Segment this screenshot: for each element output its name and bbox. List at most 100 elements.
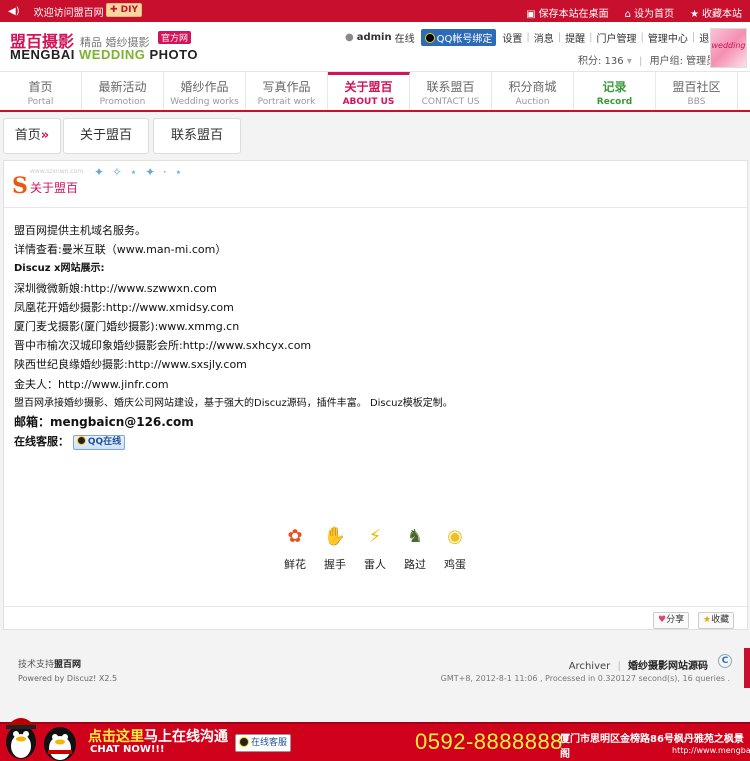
- bookmark-site-link[interactable]: ★ 收藏本站: [690, 5, 742, 20]
- credits-line: 积分: 136 ▾ | 用户组: 管理员: [578, 56, 717, 67]
- tab-home[interactable]: 首页»: [3, 118, 61, 154]
- nav-item-portal[interactable]: 首页 Portal: [0, 72, 82, 110]
- sub-tabs: 首页» 关于盟百 联系盟百: [0, 116, 750, 156]
- powered-by[interactable]: Powered by Discuz! X2.5: [18, 674, 117, 683]
- content-panel: www.szxnwn.com S 关于盟百 ✦ ✧ ⋆ ✦ · ⋆ 盟百网提供主…: [3, 160, 748, 630]
- nav-item-portrait-work[interactable]: 写真作品 Portrait work: [246, 72, 328, 110]
- avatar[interactable]: wedding: [710, 28, 747, 68]
- text-line[interactable]: 晋中市榆次汉城印象婚纱摄影会所:http://www.sxhcyx.com: [14, 336, 734, 355]
- heart-icon: ♥: [658, 615, 667, 625]
- text-line: 盟百网承接婚纱摄影、婚庆公司网站建设，基于强大的Discuz源码，插件丰富。 D…: [14, 397, 453, 409]
- site-header: 盟百摄影 精品 婚纱摄影 官方网 MENGBAI WEDDING PHOTO ●…: [0, 22, 750, 71]
- qq-bind-button[interactable]: QQ帐号绑定: [420, 29, 497, 46]
- flower-icon: ✿: [287, 526, 303, 547]
- nav-item-auction[interactable]: 积分商城 Auction: [492, 72, 574, 110]
- star-icon: ★: [690, 9, 699, 20]
- chat-now-label[interactable]: CHAT NOW!!!: [90, 744, 165, 755]
- comsenz-icon[interactable]: C: [718, 654, 732, 668]
- qq-penguin-icon: [424, 32, 435, 43]
- chevron-down-icon: ▾: [626, 56, 632, 67]
- user-icon: ●: [345, 32, 354, 43]
- text-line: Discuz x网站展示:: [14, 263, 105, 275]
- diy-button[interactable]: ✚ DIY: [106, 3, 142, 17]
- support-link[interactable]: 盟百网: [54, 660, 81, 670]
- address: 厦门市思明区金榜路86号枫丹雅苑之枫景阁: [560, 734, 744, 760]
- nav-item-promotion[interactable]: 最新活动 Promotion: [82, 72, 164, 110]
- online-service-line: 在线客服： QQ在线: [14, 432, 734, 451]
- text-line[interactable]: 陕西世纪良缘婚纱摄影:http://www.sxsjly.com: [14, 355, 734, 374]
- speaker-icon: ◀): [8, 6, 20, 17]
- online-status: 在线: [394, 34, 415, 45]
- source-link[interactable]: 婚纱摄影网站源码: [628, 661, 708, 672]
- logo-english: MENGBAI WEDDING PHOTO: [10, 47, 198, 62]
- settings-link[interactable]: 设置: [502, 30, 522, 45]
- handshake-icon: ✋: [323, 526, 347, 547]
- about-text: 盟百网提供主机域名服务。 详情查看:曼米互联（www.man-mi.com） D…: [14, 221, 734, 451]
- reaction-flower[interactable]: ✿ 鲜花: [282, 524, 308, 572]
- nav-item-about-us[interactable]: 关于盟百 ABOUT US: [328, 72, 410, 110]
- set-homepage-link[interactable]: ⌂ 设为首页: [625, 5, 674, 20]
- site-url[interactable]: http://www.mengbai.cn: [672, 746, 750, 755]
- qq-online-button[interactable]: QQ在线: [72, 434, 126, 450]
- phone-number: 0592-8888888: [415, 729, 563, 754]
- reaction-handshake[interactable]: ✋ 握手: [322, 524, 348, 572]
- soldier-icon: ♞: [406, 526, 424, 547]
- tab-about[interactable]: 关于盟百: [63, 118, 149, 154]
- user-bar: ● admin 在线 QQ帐号绑定 设置 | 消息 | 提醒 | 门户管理 | 管理中心…: [345, 29, 719, 46]
- text-line: 盟百网提供主机域名服务。: [14, 224, 146, 237]
- email-line[interactable]: 邮箱：mengbaicn@126.com: [14, 413, 734, 432]
- text-line[interactable]: 金夫人：http://www.jinfr.com: [14, 375, 734, 394]
- official-badge: 官方网: [158, 31, 192, 44]
- panel-header: www.szxnwn.com S 关于盟百 ✦ ✧ ⋆ ✦ · ⋆: [4, 161, 747, 208]
- sparkle-icon: ✦ ✧ ⋆ ✦ · ⋆: [94, 165, 185, 179]
- text-line[interactable]: 详情查看:曼米互联（www.man-mi.com）: [14, 240, 734, 259]
- username-link[interactable]: admin: [357, 32, 392, 43]
- penguin-mascot-icon: [44, 727, 76, 761]
- reactions: ✿ 鲜花 ✋ 握手 ⚡ 雷人 ♞ 路过 ◉ 鸡蛋: [282, 524, 468, 572]
- archiver-link[interactable]: Archiver: [569, 661, 611, 672]
- notifications-link[interactable]: 提醒: [565, 30, 585, 45]
- s-logo-icon: S: [12, 173, 28, 199]
- egg-icon: ◉: [447, 526, 463, 547]
- online-service-button[interactable]: 在线客服: [235, 734, 292, 752]
- reaction-passby[interactable]: ♞ 路过: [402, 524, 428, 572]
- lightning-icon: ⚡: [368, 526, 382, 547]
- top-bar: ◀) 欢迎访问盟百网 ✚ DIY ▣ 保存本站在桌面 ⌂ 设为首页 ★ 收藏本站: [0, 0, 750, 22]
- tab-contact[interactable]: 联系盟百: [153, 118, 241, 154]
- qq-penguin-icon: [76, 435, 86, 445]
- user-group[interactable]: 用户组: 管理员: [650, 56, 717, 67]
- messages-link[interactable]: 消息: [534, 30, 554, 45]
- main-nav: 首页 Portal 最新活动 Promotion 婚纱作品 Wedding works…: [0, 71, 750, 112]
- welcome-text: 欢迎访问盟百网: [33, 8, 104, 19]
- nav-item-record[interactable]: 记录 Record: [574, 72, 656, 110]
- processing-stats: GMT+8, 2012-8-1 11:06 , Processed in 0.3…: [440, 674, 730, 683]
- text-line[interactable]: 深圳微微新娘:http://www.szwwxn.com: [14, 279, 734, 298]
- save-desktop-link[interactable]: ▣ 保存本站在桌面: [526, 5, 608, 20]
- footer-links: Archiver | 婚纱摄影网站源码: [568, 661, 708, 672]
- portal-admin-link[interactable]: 门户管理: [596, 30, 636, 45]
- tech-support: 技术支持盟百网: [18, 660, 82, 670]
- panel-title: 关于盟百: [30, 181, 79, 195]
- double-chevron-icon: »: [40, 128, 50, 143]
- nav-item-bbs[interactable]: 盟百社区 BBS: [656, 72, 738, 110]
- share-button[interactable]: ♥分享: [653, 612, 690, 629]
- desktop-icon: ▣: [526, 9, 536, 20]
- home-icon: ⌂: [624, 9, 632, 20]
- chat-cta[interactable]: 点击这里马上在线沟通: [88, 726, 228, 746]
- reaction-egg[interactable]: ◉ 鸡蛋: [442, 524, 468, 572]
- chat-bar: 点击这里马上在线沟通 CHAT NOW!!! 在线客服 0592-8888888…: [0, 718, 750, 761]
- nav-item-wedding-works[interactable]: 婚纱作品 Wedding works: [164, 72, 246, 110]
- penguin-mascot-icon: [6, 718, 36, 759]
- reaction-lightning[interactable]: ⚡ 雷人: [362, 524, 388, 572]
- footer: 技术支持盟百网 Powered by Discuz! X2.5 Archiver…: [0, 640, 750, 700]
- favorite-button[interactable]: ★收藏: [698, 612, 735, 629]
- credits-dropdown[interactable]: 积分: 136: [578, 56, 624, 67]
- admin-center-link[interactable]: 管理中心: [648, 30, 688, 45]
- star-icon: ★: [703, 615, 712, 625]
- text-line[interactable]: 凤凰花开婚纱摄影:http://www.xmidsy.com: [14, 298, 734, 317]
- divider: [4, 606, 747, 607]
- qq-penguin-icon: [239, 737, 249, 747]
- back-to-top-tab[interactable]: [744, 648, 750, 688]
- text-line[interactable]: 厦门麦戈摄影(厦门婚纱摄影):www.xmmg.cn: [14, 317, 734, 336]
- nav-item-contact-us[interactable]: 联系盟百 CONTACT US: [410, 72, 492, 110]
